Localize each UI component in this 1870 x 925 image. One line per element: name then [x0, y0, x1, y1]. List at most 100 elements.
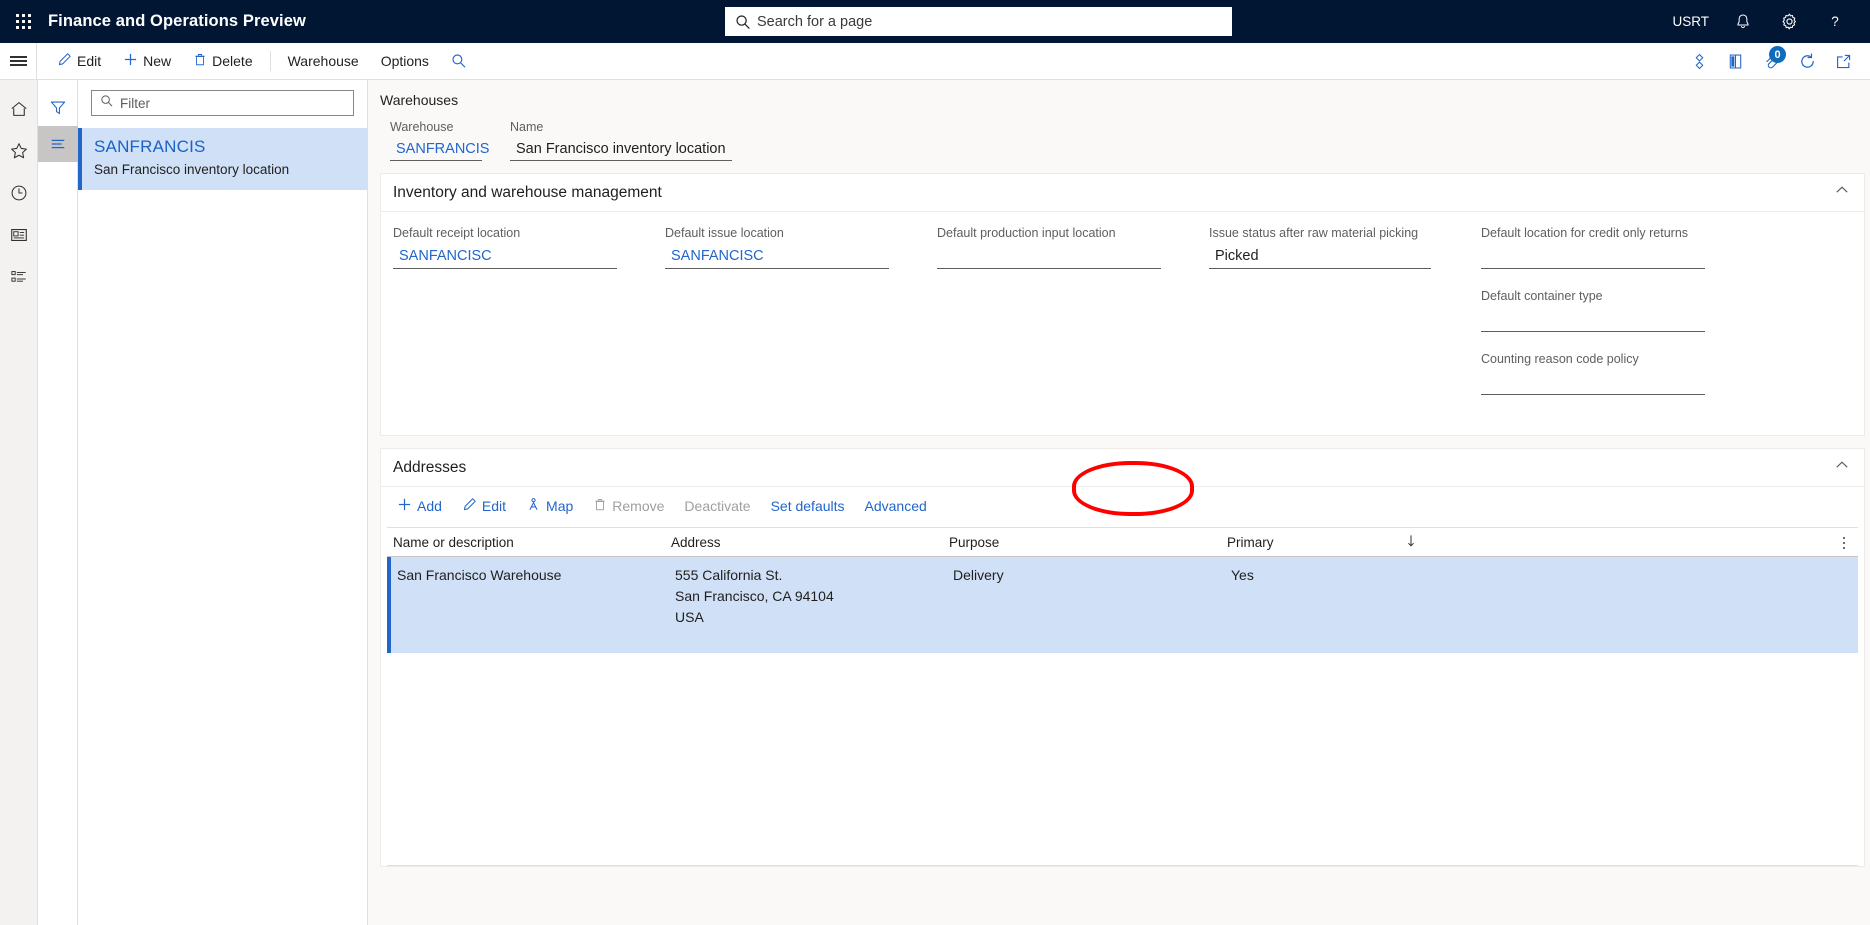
inventory-col-1: Default receipt location SANFANCISC	[393, 226, 665, 415]
chevron-up-icon[interactable]	[1834, 457, 1850, 478]
command-search-icon[interactable]	[440, 43, 478, 79]
recent-clock-icon	[9, 183, 29, 208]
open-in-new-window-icon[interactable]	[1826, 43, 1860, 79]
counting-reason-code-policy-value[interactable]	[1481, 372, 1705, 395]
default-issue-location-label: Default issue location	[665, 226, 784, 240]
sidebar-item-workspaces[interactable]	[0, 216, 38, 258]
gear-icon[interactable]	[1768, 0, 1810, 43]
add-button-label: Add	[417, 498, 442, 514]
issue-status-after-raw-material-picking-field: Issue status after raw material picking …	[1209, 226, 1461, 269]
top-right-actions: USRT ?	[1663, 0, 1856, 43]
column-header-purpose[interactable]: Purpose	[949, 535, 1171, 550]
warehouse-field-label: Warehouse	[390, 120, 454, 134]
header-fields: Warehouse SANFRANCIS Name San Francisco …	[380, 120, 1870, 161]
table-header-row: Name or description Address Purpose Prim…	[387, 528, 1858, 557]
edit-address-button[interactable]: Edit	[452, 491, 516, 521]
column-header-address[interactable]: Address	[671, 535, 893, 550]
inventory-col-3: Default production input location	[937, 226, 1209, 415]
warehouse-field-value[interactable]: SANFRANCIS	[390, 139, 489, 161]
arrow-down-icon	[1405, 534, 1417, 551]
inventory-warehouse-section: Inventory and warehouse management Defau…	[380, 173, 1865, 436]
global-search[interactable]	[725, 7, 1232, 36]
delete-button[interactable]: Delete	[182, 43, 263, 79]
table-empty-area	[387, 653, 1858, 865]
issue-status-label: Issue status after raw material picking	[1209, 226, 1419, 240]
name-field: Name San Francisco inventory location	[510, 120, 732, 161]
add-button[interactable]: Add	[387, 491, 452, 521]
default-container-type-value[interactable]	[1481, 309, 1705, 332]
default-container-type-field: Default container type	[1481, 289, 1832, 332]
modules-list-icon	[9, 267, 29, 292]
options-menu[interactable]: Options	[370, 43, 440, 79]
list-lines-icon[interactable]	[37, 126, 78, 162]
remove-button-label: Remove	[612, 498, 665, 514]
share-icon[interactable]	[1682, 43, 1716, 79]
column-header-name[interactable]: Name or description	[393, 535, 615, 550]
inventory-col-4: Issue status after raw material picking …	[1209, 226, 1481, 415]
address-line-3: USA	[675, 609, 704, 625]
sidebar-item-favorites[interactable]	[0, 132, 38, 174]
map-button-label: Map	[546, 498, 574, 514]
sidebar-item-home[interactable]	[0, 90, 38, 132]
issue-status-value[interactable]: Picked	[1209, 246, 1431, 269]
edit-button[interactable]: Edit	[46, 43, 112, 79]
warehouse-menu[interactable]: Warehouse	[277, 43, 370, 79]
default-receipt-location-field: Default receipt location SANFANCISC	[393, 226, 645, 269]
bell-icon[interactable]	[1722, 0, 1764, 43]
inventory-section-body: Default receipt location SANFANCISC Defa…	[381, 212, 1864, 435]
refresh-icon[interactable]	[1790, 43, 1824, 79]
cell-name: San Francisco Warehouse	[397, 567, 562, 583]
inventory-section-header[interactable]: Inventory and warehouse management	[381, 174, 1864, 212]
app-title: Finance and Operations Preview	[48, 12, 306, 30]
hamburger-menu-icon[interactable]	[0, 43, 37, 79]
counting-reason-code-policy-label: Counting reason code policy	[1481, 352, 1639, 366]
deactivate-button: Deactivate	[684, 498, 751, 514]
new-button[interactable]: New	[112, 43, 182, 79]
office-app-icon[interactable]	[1718, 43, 1752, 79]
sidebar-item-recent[interactable]	[0, 174, 38, 216]
search-input[interactable]	[757, 13, 1222, 30]
search-icon	[100, 94, 114, 113]
chevron-up-icon[interactable]	[1834, 182, 1850, 203]
app-launcher-icon[interactable]	[0, 0, 46, 43]
cell-purpose: Delivery	[953, 567, 1004, 583]
list-item-subtitle: San Francisco inventory location	[94, 162, 290, 177]
question-mark-icon[interactable]: ?	[1814, 0, 1856, 43]
address-line-2: San Francisco, CA 94104	[675, 588, 834, 604]
company-selector[interactable]: USRT	[1663, 0, 1718, 43]
name-field-value[interactable]: San Francisco inventory location	[510, 139, 732, 161]
sidebar-item-modules[interactable]	[0, 258, 38, 300]
trash-icon	[593, 497, 607, 515]
default-receipt-location-value[interactable]: SANFANCISC	[393, 246, 617, 269]
list-item-title: SANFRANCIS	[94, 137, 206, 156]
funnel-filter-icon[interactable]	[38, 90, 78, 126]
address-line-1: 555 California St.	[675, 567, 783, 583]
filter-input[interactable]	[120, 95, 345, 111]
advanced-button[interactable]: Advanced	[855, 492, 937, 520]
addresses-section: Addresses Add Edit Map Remove Deactivate…	[380, 448, 1865, 867]
main-content: Warehouses Warehouse SANFRANCIS Name San…	[368, 80, 1870, 925]
default-issue-location-value[interactable]: SANFANCISC	[665, 246, 889, 269]
table-row[interactable]: San Francisco Warehouse 555 California S…	[387, 557, 1858, 653]
list-pane: SANFRANCIS San Francisco inventory locat…	[78, 80, 368, 925]
favorites-star-icon	[9, 141, 29, 166]
more-vertical-icon[interactable]	[1836, 528, 1852, 557]
table-body: San Francisco Warehouse 555 California S…	[387, 557, 1858, 866]
search-icon	[735, 14, 751, 30]
list-item[interactable]: SANFRANCIS San Francisco inventory locat…	[78, 128, 367, 190]
attachment-icon[interactable]: 0	[1754, 43, 1788, 79]
default-production-input-location-value[interactable]	[937, 246, 1161, 269]
default-location-credit-returns-value[interactable]	[1481, 246, 1705, 269]
column-header-primary[interactable]: Primary	[1227, 534, 1447, 551]
map-button[interactable]: Map	[516, 491, 583, 521]
map-person-icon	[526, 497, 541, 515]
home-icon	[9, 99, 29, 124]
pencil-icon	[462, 497, 477, 515]
filter-box[interactable]	[91, 90, 354, 116]
set-defaults-button[interactable]: Set defaults	[761, 492, 855, 520]
edit-button-label: Edit	[77, 53, 102, 69]
addresses-section-title: Addresses	[393, 458, 467, 476]
new-button-label: New	[143, 53, 172, 69]
workspaces-icon	[9, 225, 29, 250]
addresses-section-header[interactable]: Addresses	[381, 449, 1864, 487]
